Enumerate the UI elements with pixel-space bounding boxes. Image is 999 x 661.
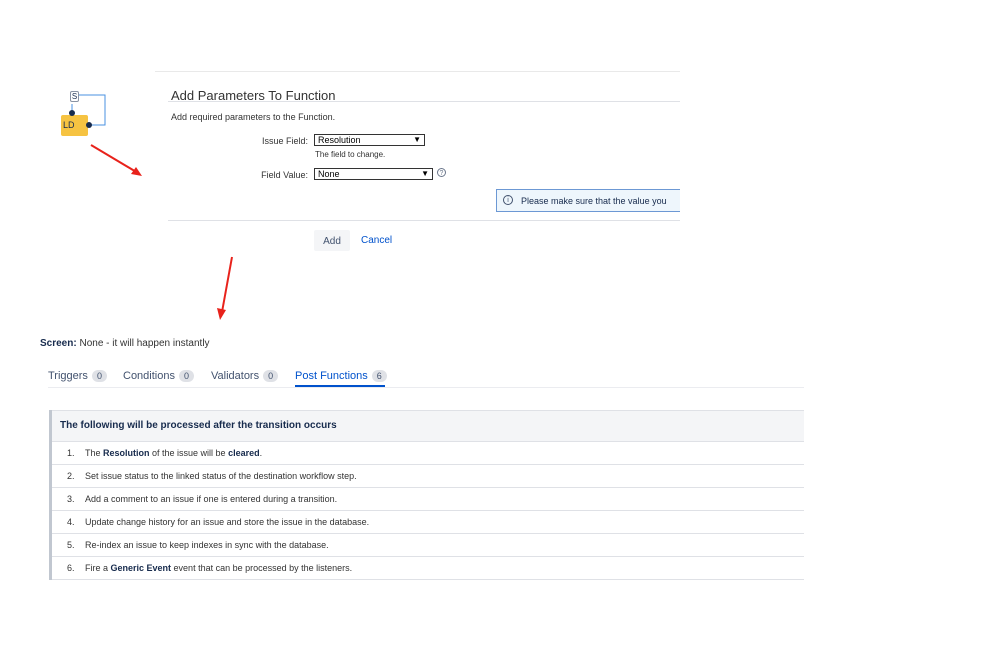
tab-label: Post Functions xyxy=(295,370,368,382)
dialog-divider xyxy=(168,101,680,102)
info-icon: i xyxy=(503,195,513,205)
field-value-select[interactable]: None ▼ xyxy=(314,168,433,180)
tab-conditions[interactable]: Conditions 0 xyxy=(123,370,194,382)
tab-validators[interactable]: Validators 0 xyxy=(211,370,279,382)
annotation-arrow xyxy=(90,144,142,176)
screen-label: Screen: xyxy=(40,338,77,349)
count-badge: 0 xyxy=(178,370,194,382)
tabs-divider xyxy=(48,387,804,388)
tab-label: Validators xyxy=(211,370,260,382)
post-functions-table: The following will be processed after th… xyxy=(49,410,804,580)
dialog-top-border xyxy=(155,71,680,72)
tab-label: Triggers xyxy=(48,370,88,382)
dialog-footer-divider xyxy=(168,220,680,221)
dialog-description: Add required parameters to the Function. xyxy=(171,112,336,122)
workflow-start-node[interactable]: S xyxy=(70,91,79,102)
tab-label: Conditions xyxy=(123,370,175,382)
dropdown-arrow-icon: ▼ xyxy=(421,169,429,178)
tab-post-functions[interactable]: Post Functions 6 xyxy=(295,370,387,382)
question-icon[interactable]: ? xyxy=(437,168,446,177)
table-row: 3. Add a comment to an issue if one is en… xyxy=(52,488,804,511)
info-message: i Please make sure that the value you xyxy=(496,189,680,212)
workflow-connector-dot xyxy=(86,122,92,128)
issue-field-select[interactable]: Resolution ▼ xyxy=(314,134,425,146)
tab-triggers[interactable]: Triggers 0 xyxy=(48,370,107,382)
workflow-connector-dot xyxy=(69,110,75,116)
screen-info: Screen: None - it will happen instantly xyxy=(40,338,210,349)
add-button[interactable]: Add xyxy=(314,230,350,251)
issue-field-label: Issue Field: xyxy=(261,136,308,146)
cancel-link[interactable]: Cancel xyxy=(361,235,392,246)
issue-field-value: Resolution xyxy=(318,135,361,145)
dropdown-arrow-icon: ▼ xyxy=(413,135,421,144)
issue-field-help: The field to change. xyxy=(315,150,386,159)
count-badge: 0 xyxy=(91,370,107,382)
info-message-text: Please make sure that the value you xyxy=(521,196,667,206)
count-badge: 6 xyxy=(371,370,387,382)
table-row: 1. The Resolution of the issue will be cl… xyxy=(52,442,804,465)
table-header: The following will be processed after th… xyxy=(52,410,804,442)
screen-value: None - it will happen instantly xyxy=(79,338,210,349)
table-row: 6. Fire a Generic Event event that can be… xyxy=(52,557,804,580)
field-value-label: Field Value: xyxy=(261,170,308,180)
workflow-step-node[interactable]: LD xyxy=(61,115,88,136)
annotation-arrow xyxy=(217,256,233,320)
table-row: 5. Re-index an issue to keep indexes in s… xyxy=(52,534,804,557)
count-badge: 0 xyxy=(263,370,279,382)
field-value-value: None xyxy=(318,169,340,179)
table-row: 2. Set issue status to the linked status … xyxy=(52,465,804,488)
table-row: 4. Update change history for an issue and… xyxy=(52,511,804,534)
